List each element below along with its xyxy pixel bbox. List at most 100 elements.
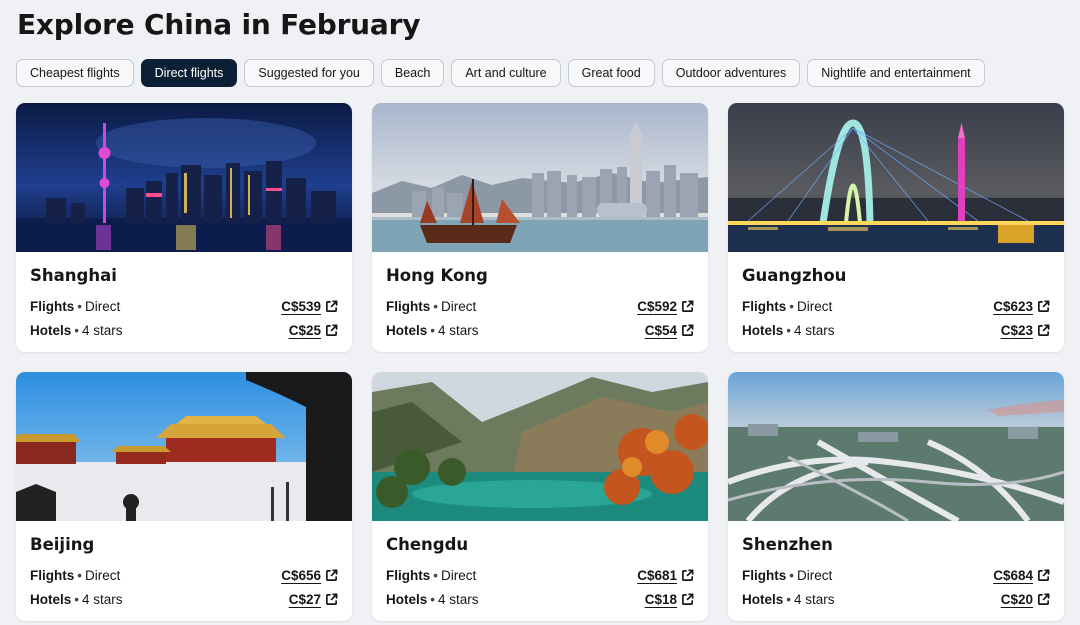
hotels-label: Hotels [742,322,784,338]
external-link-icon [326,593,338,605]
hotel-price: C$23 [1000,322,1033,338]
hotel-price-link[interactable]: C$27 [289,592,338,607]
hotel-stars: 4 stars [794,322,835,338]
separator-dot: • [430,322,435,338]
external-link-icon [1038,593,1050,605]
flight-type: Direct [440,567,477,583]
hotel-price-link[interactable]: C$20 [1001,592,1050,607]
hotel-stars: 4 stars [82,322,123,338]
hotel-price: C$54 [644,322,677,338]
flight-price-link[interactable]: C$681 [637,568,694,583]
flights-label: Flights [742,567,787,583]
flight-price-link[interactable]: C$592 [637,299,694,314]
flight-price: C$539 [281,298,321,314]
hotel-price-link[interactable]: C$23 [1001,323,1050,338]
filter-outdoor-adventures[interactable]: Outdoor adventures [661,59,801,87]
hotel-price: C$18 [644,591,677,607]
external-link-icon [682,324,694,336]
flight-price: C$681 [637,567,677,583]
destination-card-hong-kong[interactable]: Hong Kong Flights • Direct C$592 Hotels • 4 … [372,103,708,352]
filter-great-food[interactable]: Great food [567,59,655,87]
hotels-row: Hotels • 4 stars C$23 [742,318,1050,342]
hotel-price: C$27 [288,591,321,607]
flights-row: Flights • Direct C$623 [742,294,1050,318]
destination-grid: Shanghai Flights • Direct C$539 Hotels • 4 s… [16,103,1064,621]
flight-price: C$623 [993,298,1033,314]
hotels-label: Hotels [30,591,72,607]
flight-type: Direct [440,298,477,314]
external-link-icon [682,593,694,605]
separator-dot: • [789,567,794,583]
flight-price: C$592 [637,298,677,314]
flight-type: Direct [84,567,121,583]
hotel-price: C$25 [288,322,321,338]
guangzhou-bridge-image [728,103,1064,252]
hotel-stars: 4 stars [438,322,479,338]
beijing-forbidden-city-image [16,372,352,521]
destination-card-shanghai[interactable]: Shanghai Flights • Direct C$539 Hotels • 4 s… [16,103,352,352]
filter-art-and-culture[interactable]: Art and culture [451,59,561,87]
destination-card-shenzhen[interactable]: Shenzhen Flights • Direct C$684 Hotels • 4 s… [728,372,1064,621]
chengdu-lake-image [372,372,708,521]
flights-row: Flights • Direct C$656 [30,563,338,587]
filter-chips: Cheapest flights Direct flights Suggeste… [16,59,985,87]
flights-label: Flights [386,298,431,314]
city-name: Shenzhen [742,535,833,554]
external-link-icon [682,569,694,581]
flight-price-link[interactable]: C$623 [993,299,1050,314]
filter-nightlife-and-entertainment[interactable]: Nightlife and entertainment [807,59,985,87]
flights-row: Flights • Direct C$684 [742,563,1050,587]
city-name: Beijing [30,535,95,554]
flight-price: C$656 [281,567,321,583]
flights-label: Flights [30,298,75,314]
flights-row: Flights • Direct C$681 [386,563,694,587]
separator-dot: • [77,298,82,314]
hotels-row: Hotels • 4 stars C$27 [30,587,338,611]
page-title: Explore China in February [17,8,421,41]
hotels-row: Hotels • 4 stars C$18 [386,587,694,611]
separator-dot: • [789,298,794,314]
hotel-price-link[interactable]: C$25 [289,323,338,338]
separator-dot: • [786,322,791,338]
separator-dot: • [74,322,79,338]
flight-price-link[interactable]: C$539 [281,299,338,314]
external-link-icon [682,300,694,312]
hotel-stars: 4 stars [82,591,123,607]
external-link-icon [1038,324,1050,336]
destination-card-guangzhou[interactable]: Guangzhou Flights • Direct C$623 Hotels • 4 … [728,103,1064,352]
city-name: Shanghai [30,266,117,285]
hotel-price: C$20 [1000,591,1033,607]
city-name: Chengdu [386,535,469,554]
flight-price-link[interactable]: C$684 [993,568,1050,583]
external-link-icon [1038,300,1050,312]
separator-dot: • [77,567,82,583]
hotel-stars: 4 stars [794,591,835,607]
filter-beach[interactable]: Beach [380,59,445,87]
city-name: Hong Kong [386,266,488,285]
separator-dot: • [786,591,791,607]
external-link-icon [326,300,338,312]
hotels-label: Hotels [386,322,428,338]
flights-row: Flights • Direct C$592 [386,294,694,318]
external-link-icon [326,324,338,336]
destination-card-beijing[interactable]: Beijing Flights • Direct C$656 Hotels • 4 st… [16,372,352,621]
flight-price-link[interactable]: C$656 [281,568,338,583]
separator-dot: • [430,591,435,607]
filter-suggested-for-you[interactable]: Suggested for you [244,59,374,87]
destination-card-chengdu[interactable]: Chengdu Flights • Direct C$681 Hotels • 4 st… [372,372,708,621]
hotels-row: Hotels • 4 stars C$25 [30,318,338,342]
hotel-price-link[interactable]: C$18 [645,592,694,607]
separator-dot: • [74,591,79,607]
hotel-stars: 4 stars [438,591,479,607]
separator-dot: • [433,567,438,583]
filter-direct-flights[interactable]: Direct flights [140,59,238,87]
hotels-row: Hotels • 4 stars C$54 [386,318,694,342]
flight-type: Direct [796,567,833,583]
filter-cheapest-flights[interactable]: Cheapest flights [16,59,134,87]
shenzhen-interchange-image [728,372,1064,521]
hotels-label: Hotels [30,322,72,338]
hotel-price-link[interactable]: C$54 [645,323,694,338]
city-name: Guangzhou [742,266,847,285]
external-link-icon [326,569,338,581]
flight-price: C$684 [993,567,1033,583]
